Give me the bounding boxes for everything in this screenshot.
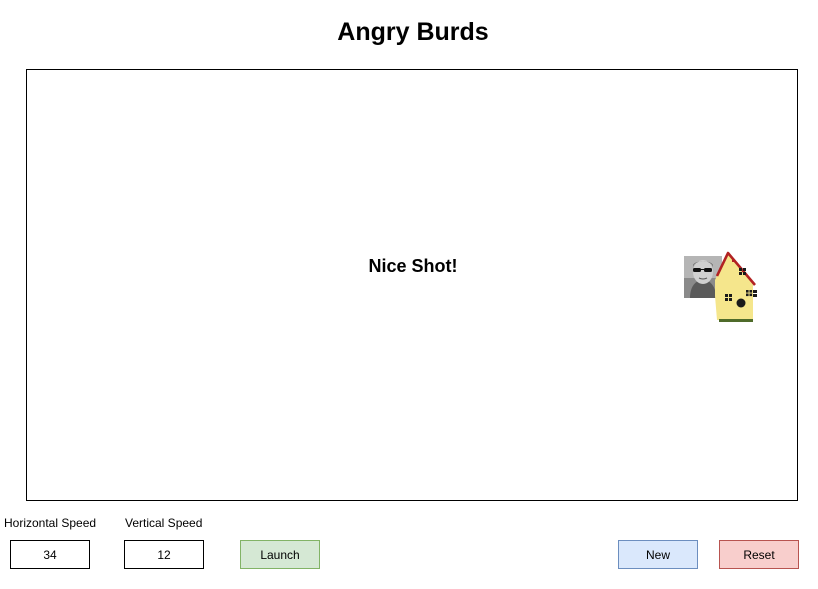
game-field[interactable]: Nice Shot!	[26, 69, 798, 501]
horizontal-speed-input[interactable]	[10, 540, 90, 569]
game-title: Angry Burds	[337, 18, 489, 46]
launch-button[interactable]: Launch	[240, 540, 320, 569]
new-button[interactable]: New	[618, 540, 698, 569]
vertical-speed-input[interactable]	[124, 540, 204, 569]
horizontal-speed-label: Horizontal Speed	[4, 516, 97, 530]
reset-button[interactable]: Reset	[719, 540, 799, 569]
vertical-speed-label: Vertical Speed	[125, 516, 203, 530]
birdhouse-icon	[699, 250, 762, 322]
